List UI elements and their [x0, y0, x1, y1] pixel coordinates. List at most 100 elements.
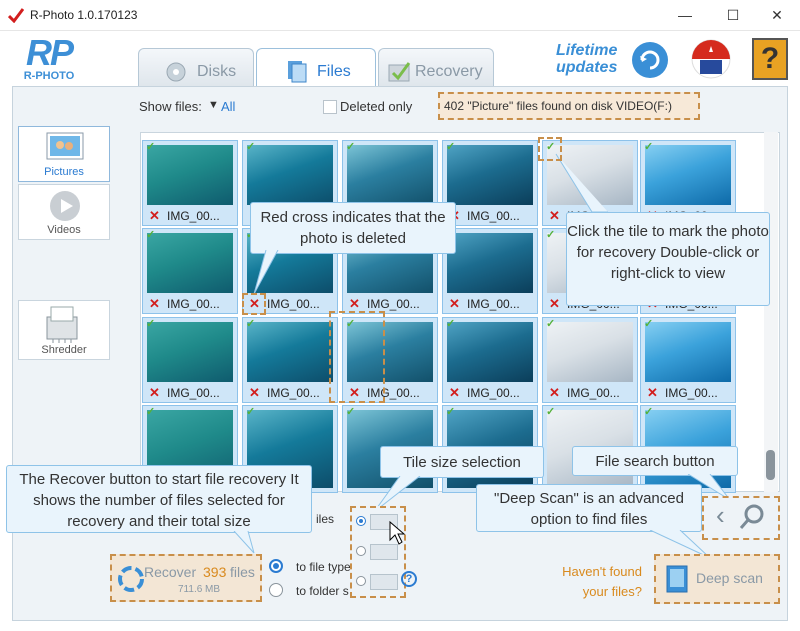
thumbnail-image	[547, 322, 633, 382]
deleted-cross-icon: ✕	[149, 208, 160, 223]
help-button[interactable]: ?	[752, 38, 788, 80]
thumbnail-image	[447, 233, 533, 293]
havent-found-line-2: your files?	[582, 584, 642, 599]
check-mark-icon: ✓	[246, 318, 256, 330]
thumbnail-tile[interactable]: ✓ ✕ IMG_00...	[142, 228, 238, 314]
callout-mark-tile: Click the tile to mark the photo for rec…	[566, 212, 770, 306]
thumbnail-tile[interactable]: ✓✕IMG_00...	[640, 317, 736, 403]
show-files-label: Show files:	[139, 99, 202, 114]
deleted-cross-icon: ✕	[647, 385, 658, 400]
chevron-left-icon[interactable]: ‹	[716, 500, 725, 531]
shredder-icon	[46, 306, 78, 343]
check-mark-icon: ✓	[546, 406, 556, 418]
sidebar-item-videos-label: Videos	[47, 224, 81, 236]
video-icon	[50, 191, 80, 221]
check-mark-icon: ✓	[146, 229, 156, 241]
thumbnail-label: IMG_00...	[567, 386, 620, 400]
deleted-cross-icon: ✕	[149, 296, 160, 311]
check-mark-icon: ✓	[146, 318, 156, 330]
thumbnail-label: IMG_00...	[467, 209, 520, 223]
tile-size-small-radio[interactable]	[356, 576, 366, 586]
check-mark-icon: ✓	[246, 406, 256, 418]
recover-icon	[118, 566, 144, 592]
recover-label: Recover	[144, 564, 197, 580]
deep-scan-icon	[666, 565, 688, 593]
highlight-red-cross	[242, 293, 266, 315]
highlight-check-mark	[538, 137, 562, 161]
logo-subtext: R-PHOTO	[23, 70, 75, 82]
deleted-cross-icon: ✕	[549, 385, 560, 400]
thumbnail-tile[interactable]: ✓✕IMG_00...	[142, 317, 238, 403]
scrollbar-thumb[interactable]	[766, 450, 775, 480]
logo-mark: RP	[25, 32, 74, 73]
refresh-icon[interactable]	[630, 40, 670, 80]
app-icon	[8, 8, 24, 23]
recover-size: 711.6 MB	[178, 584, 221, 595]
search-icon[interactable]	[738, 502, 768, 532]
tab-disks[interactable]: Disks	[138, 48, 254, 86]
thumbnail-tile[interactable]: ✓✕IMG_00...	[442, 317, 538, 403]
to-file-type-radio[interactable]	[269, 559, 283, 573]
tile-size-medium-radio[interactable]	[356, 546, 366, 556]
callout-red-cross: Red cross indicates that the photo is de…	[250, 202, 456, 254]
recover-files-label: files	[230, 564, 255, 580]
thumbnail-label: IMG_00...	[467, 297, 520, 311]
thumbnail-tile[interactable]: ✓✕IMG_00...	[442, 140, 538, 226]
thumbnail-tile[interactable]: ✓ ✕ IMG_00...	[142, 140, 238, 226]
sidebar-item-shredder-label: Shredder	[41, 344, 87, 356]
deleted-cross-icon: ✕	[449, 296, 460, 311]
maximize-button[interactable]: ☐	[710, 0, 756, 30]
minimize-button[interactable]: —	[662, 0, 708, 30]
sidebar-item-shredder[interactable]: Shredder	[18, 300, 110, 360]
thumbnail-image	[247, 322, 333, 382]
close-button[interactable]: ✕	[754, 0, 800, 30]
deleted-only-label: Deleted only	[340, 99, 413, 114]
tab-files-label: Files	[317, 63, 351, 80]
thumbnail-image	[147, 145, 233, 205]
language-flag-icon[interactable]	[690, 38, 732, 80]
tile-size-selector[interactable]	[350, 506, 406, 598]
lifetime-line-2: updates	[556, 59, 618, 76]
thumbnail-image	[447, 145, 533, 205]
tile-size-details-icon	[370, 574, 398, 590]
thumbnail-tile[interactable]: ✓✕IMG_00...	[542, 317, 638, 403]
tab-recovery[interactable]: Recovery	[378, 48, 494, 86]
check-mark-icon: ✓	[246, 141, 256, 153]
check-mark-icon: ✓	[644, 318, 654, 330]
tab-files[interactable]: Files	[256, 48, 376, 86]
thumbnail-image	[645, 145, 731, 205]
show-files-dropdown[interactable]: All	[221, 99, 235, 114]
deleted-only-checkbox[interactable]	[323, 100, 337, 114]
thumbnail-tile[interactable]: ✓✕IMG_00...	[442, 228, 538, 314]
check-mark-icon: ✓	[146, 141, 156, 153]
recover-button[interactable]: Recover 393 files 711.6 MB	[110, 554, 262, 602]
files-label-fragment: iles	[316, 512, 335, 526]
help-question-icon[interactable]: ?	[401, 571, 417, 587]
thumbnail-label: IMG_00...	[167, 209, 220, 223]
thumbnail-tile[interactable]: ✓✕IMG_00...	[242, 317, 338, 403]
chevron-down-icon[interactable]: ▼	[208, 99, 219, 111]
lifetime-updates-link[interactable]: Lifetime updates	[556, 42, 626, 76]
cursor-icon	[389, 520, 406, 545]
havent-found-text: Haven't found your files?	[546, 562, 642, 602]
callout-file-search: File search button	[572, 446, 738, 476]
files-found-status: 402 "Picture" files found on disk VIDEO(…	[444, 99, 672, 113]
tile-size-list-icon	[370, 544, 398, 560]
tab-disks-label: Disks	[197, 63, 237, 80]
grid-scrollbar[interactable]	[764, 132, 778, 492]
check-mark-icon: ✓	[546, 229, 556, 241]
deleted-cross-icon: ✕	[249, 385, 260, 400]
callout-recover-button: The Recover button to start file recover…	[6, 465, 312, 533]
to-folder-label: to folder s	[296, 584, 349, 598]
deep-scan-label: Deep scan	[696, 570, 763, 586]
thumbnail-label: IMG_00...	[467, 386, 520, 400]
tile-size-large-radio[interactable]	[356, 516, 366, 526]
sidebar-item-videos[interactable]: Videos	[18, 184, 110, 240]
to-folder-radio[interactable]	[269, 583, 283, 597]
deep-scan-button[interactable]: Deep scan	[654, 554, 780, 604]
thumbnail-label: IMG_00...	[167, 386, 220, 400]
sidebar-item-pictures[interactable]: Pictures	[18, 126, 110, 182]
recovery-icon	[388, 62, 411, 82]
thumbnail-image	[247, 145, 333, 205]
thumbnail-label: IMG_00...	[167, 297, 220, 311]
